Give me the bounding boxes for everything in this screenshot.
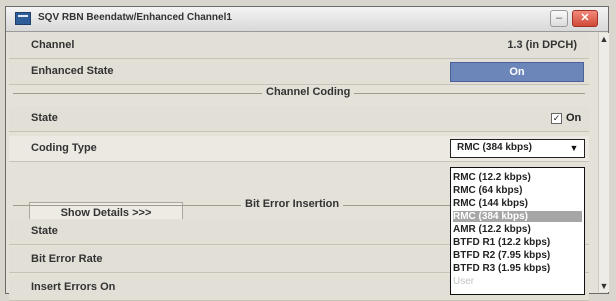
- bit-error-state-label: State: [31, 225, 58, 237]
- coding-type-row: Coding Type RMC (384 kbps) ▼: [9, 136, 589, 162]
- coding-type-dropdown-list: RMC (12.2 kbps) RMC (64 kbps) RMC (144 k…: [450, 167, 585, 295]
- enhanced-channel-window: SQV RBN Beendatw/Enhanced Channel1 – ✕ C…: [5, 6, 609, 301]
- coding-type-select[interactable]: RMC (384 kbps) ▼: [450, 139, 585, 158]
- scroll-up-icon[interactable]: ▲: [599, 33, 609, 45]
- window-title: SQV RBN Beendatw/Enhanced Channel1: [38, 12, 232, 23]
- channel-coding-state-checkbox[interactable]: ✓: [551, 113, 562, 124]
- coding-type-selected-value: RMC (384 kbps): [457, 142, 533, 153]
- channel-coding-state-checkbox-label: On: [566, 112, 582, 124]
- dropdown-option-selected[interactable]: RMC (384 kbps): [453, 211, 582, 222]
- channel-label: Channel: [31, 39, 75, 51]
- channel-row: Channel 1.3 (in DPCH): [9, 33, 589, 59]
- app-icon: [15, 12, 31, 25]
- enhanced-state-on-button[interactable]: On: [450, 62, 584, 82]
- minimize-button[interactable]: –: [550, 10, 568, 27]
- dropdown-option[interactable]: BTFD R3 (1.95 kbps): [453, 263, 582, 274]
- channel-coding-title: Channel Coding: [262, 86, 355, 98]
- dropdown-option[interactable]: BTFD R2 (7.95 kbps): [453, 250, 582, 261]
- enhanced-state-label: Enhanced State: [31, 65, 114, 77]
- dropdown-option[interactable]: BTFD R1 (12.2 kbps): [453, 237, 582, 248]
- enhanced-state-row: Enhanced State On: [9, 59, 589, 85]
- bit-error-insertion-title: Bit Error Insertion: [241, 198, 344, 210]
- insert-errors-on-label: Insert Errors On: [31, 281, 116, 293]
- dropdown-option[interactable]: RMC (64 kbps): [453, 185, 582, 196]
- close-icon: ✕: [580, 12, 590, 24]
- close-button[interactable]: ✕: [572, 10, 598, 27]
- dropdown-option[interactable]: RMC (144 kbps): [453, 198, 582, 209]
- vertical-scrollbar[interactable]: ▲ ▼: [598, 33, 609, 292]
- bit-error-rate-label: Bit Error Rate: [31, 253, 103, 265]
- title-bar: SQV RBN Beendatw/Enhanced Channel1 – ✕: [6, 7, 608, 32]
- channel-coding-state-row: State ✓ On: [9, 106, 589, 132]
- scroll-down-icon[interactable]: ▼: [599, 280, 609, 292]
- channel-value: 1.3 (in DPCH): [507, 39, 577, 51]
- minimize-icon: –: [555, 12, 563, 24]
- channel-coding-state-label: State: [31, 112, 58, 124]
- chevron-down-icon: ▼: [569, 143, 579, 153]
- dropdown-option[interactable]: AMR (12.2 kbps): [453, 224, 582, 235]
- coding-type-label: Coding Type: [31, 142, 97, 154]
- dropdown-option[interactable]: User: [453, 276, 582, 287]
- dropdown-option[interactable]: RMC (12.2 kbps): [453, 172, 582, 183]
